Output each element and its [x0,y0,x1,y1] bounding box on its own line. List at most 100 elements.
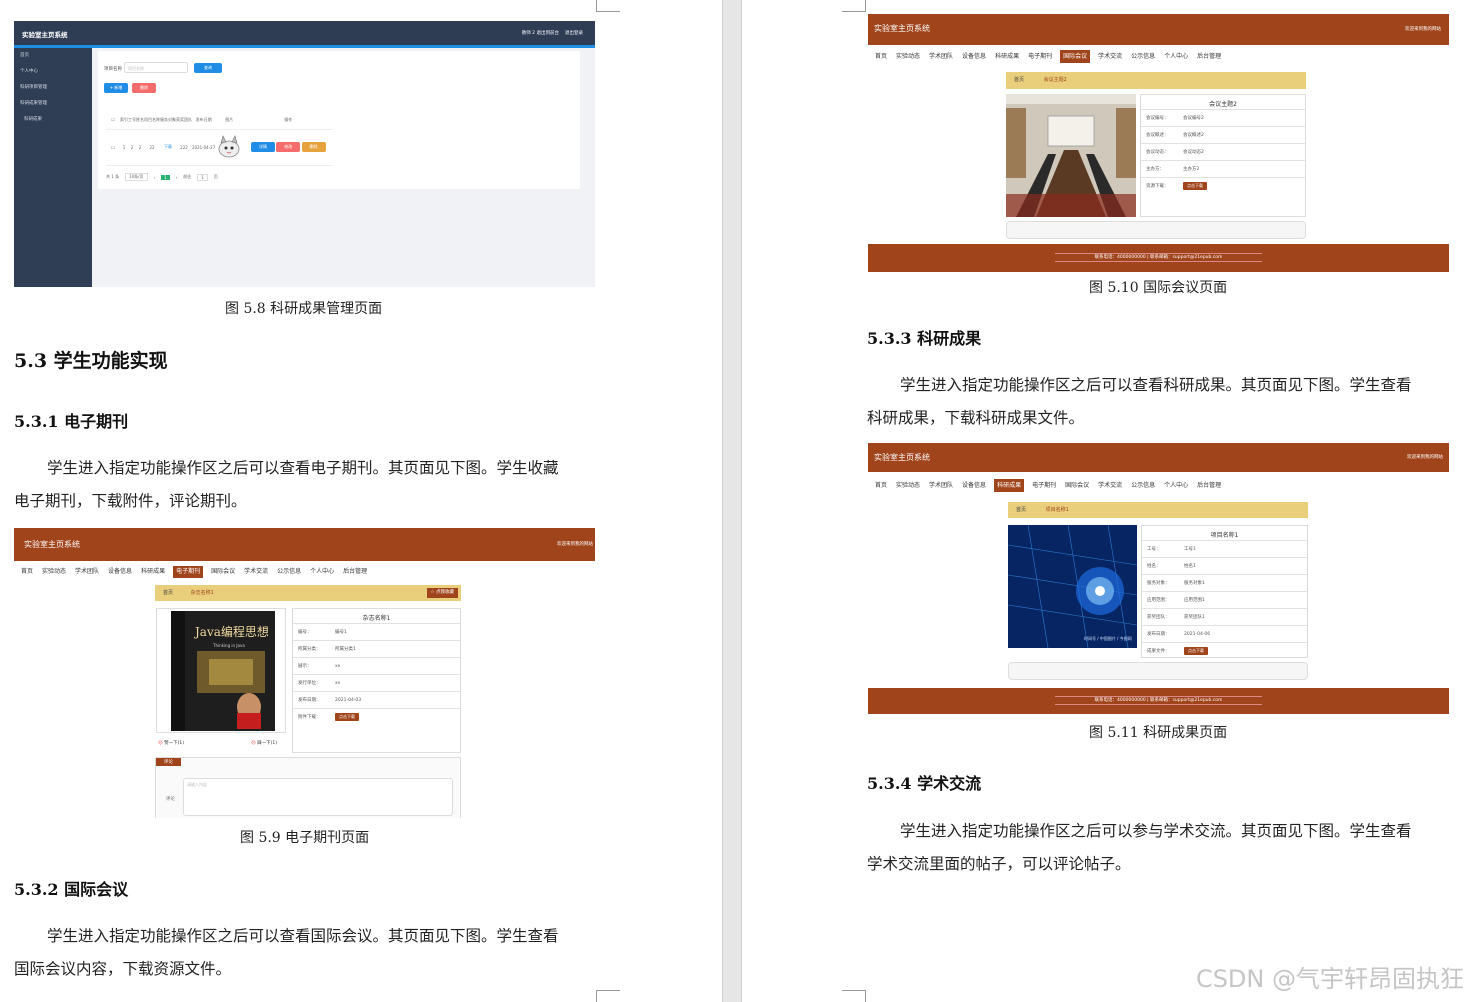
nav-item[interactable]: 科研成果 [994,479,1025,492]
cell: 2 [128,129,136,166]
info-row: 工号： 工号1 [1142,540,1307,557]
tab-comment[interactable]: 评论 [156,758,181,766]
nav-item[interactable]: 电子期刊 [1027,50,1053,63]
nav-item[interactable]: 实验动态 [895,479,921,492]
row-delete-button[interactable]: 删除 [301,142,326,152]
nav-item[interactable]: 国际会议 [210,566,236,578]
nav-item[interactable]: 公示信息 [276,566,302,578]
goto-input[interactable]: 1 [197,173,208,181]
download-button[interactable]: 点击下载 [1184,647,1208,655]
info-value: 服务对象1 [1184,581,1205,586]
like-button[interactable]: ☹ 赞一下(1) [158,740,184,746]
site-nav: 首页 实验动态 学术团队 设备信息 科研成果 电子期刊 国际会议 学术交流 公示信息 个人中心 后台… [14,566,595,578]
conference-room-icon [1006,94,1136,217]
search-button[interactable]: 查询 [194,63,222,73]
nav-item[interactable]: 学术团队 [74,566,100,578]
nav-item[interactable]: 设备信息 [961,50,987,63]
like-label: 赞一下(1) [164,741,185,746]
next-page-icon[interactable]: › [176,175,178,180]
nav-item[interactable]: 国际会议 [1064,479,1090,492]
delete-button[interactable]: 删除 [132,83,156,93]
sidebar-item-results[interactable]: 科研成果 [14,112,92,128]
nav-item[interactable]: 电子期刊 [173,566,204,578]
nav-item[interactable]: 个人中心 [1163,479,1189,492]
admin-front-link[interactable]: 退出到前台 [537,30,560,36]
cat-image-icon [218,134,240,157]
sidebar-item-results-mgmt[interactable]: 科研成果管理 [14,96,92,112]
breadcrumb-current: 杂志名称1 [190,590,214,596]
edit-button[interactable]: 修改 [276,142,301,152]
download-button[interactable]: 点击下载 [335,713,359,721]
nav-item[interactable]: 首页 [874,50,888,63]
nav-item[interactable]: 后台管理 [1196,50,1222,63]
nav-item[interactable]: 科研成果 [994,50,1020,63]
figure-5-9-caption: 图 5.9 电子期刊页面 [240,830,370,846]
goto-label: 前往 [183,174,192,179]
breadcrumb-home[interactable]: 首页 [1016,507,1026,513]
nav-item[interactable]: 后台管理 [342,566,368,578]
info-label: 编号： [298,630,312,635]
pagination: 共 1 条 10条/页 ‹ 1 › 前往 1 页 [106,173,218,181]
info-value: 2021-04-03 [335,697,362,703]
current-page[interactable]: 1 [161,174,170,180]
nav-item[interactable]: 个人中心 [309,566,335,578]
info-label: 会议概述： [1146,133,1169,138]
info-label: 应用范围： [1147,598,1170,603]
info-label: 会议编号： [1146,116,1169,121]
nav-item[interactable]: 学术团队 [928,479,954,492]
breadcrumb-bar: 首页 项目名称1 [1008,502,1308,518]
welcome-text: 欢迎来到我的网站 [557,542,593,547]
breadcrumb-home[interactable]: 首页 [163,590,173,596]
nav-item[interactable]: 公示信息 [1130,50,1156,63]
nav-item[interactable]: 电子期刊 [1031,479,1057,492]
info-title: 杂志名称1 [362,615,391,622]
favorite-button[interactable]: ☆ 点我收藏 [426,588,458,598]
nav-item[interactable]: 学术团队 [928,50,954,63]
search-input[interactable]: 项目名称 [124,62,188,73]
select-all-checkbox[interactable]: ☐ [106,111,120,130]
admin-logout-link[interactable]: 退出登录 [565,30,583,36]
info-value: 应用范围1 [1184,598,1205,603]
prev-page-icon[interactable]: ‹ [154,175,156,180]
crop-mark [842,0,866,12]
nav-item[interactable]: 学术交流 [243,566,269,578]
nav-item[interactable]: 设备信息 [107,566,133,578]
col-header: 服务对象 [160,111,176,130]
welcome-text: 欢迎来到我的网站 [1407,455,1443,460]
info-value: 所属分类1 [335,647,356,652]
breadcrumb-home[interactable]: 首页 [1014,77,1024,83]
info-title: 项目名称1 [1210,532,1239,539]
nav-item[interactable]: 后台管理 [1196,479,1222,492]
sidebar-item-projects[interactable]: 科研项目管理 [14,80,92,96]
download-link[interactable]: 下载 [160,129,176,166]
info-row: 应用范围： 应用范围1 [1142,591,1307,608]
nav-item[interactable]: 实验动态 [41,566,67,578]
nav-item[interactable]: 首页 [20,566,34,578]
row-checkbox[interactable]: ☐ [106,129,120,166]
nav-item[interactable]: 国际会议 [1060,50,1091,63]
nav-item[interactable]: 实验动态 [895,50,921,63]
section-5-3-2-paragraph: 学生进入指定功能操作区之后可以查看国际会议。其页面见下图。学生查看 国际会议内容… [14,920,599,986]
comment-textarea[interactable]: 请输入内容 [183,778,453,816]
admin-topbar: 实验室主页系统 教师 2 退出到前台 退出登录 [14,21,595,45]
nav-item[interactable]: 设备信息 [961,479,987,492]
download-button[interactable]: 点击下载 [1183,182,1207,190]
info-label: 获奖团队： [1147,615,1170,620]
nav-item[interactable]: 公示信息 [1130,479,1156,492]
dislike-button[interactable]: ☹ 踩一下(1) [251,740,277,746]
cell: 22 [144,129,160,166]
add-button[interactable]: + 新增 [104,83,128,93]
nav-item[interactable]: 学术交流 [1097,479,1123,492]
detail-button[interactable]: 详情 [250,142,275,152]
info-label: 服务对象： [1147,581,1170,586]
nav-item[interactable]: 首页 [874,479,888,492]
page-size-select[interactable]: 10条/页 [125,173,148,181]
sidebar-item-profile[interactable]: 个人中心 [14,64,92,80]
nav-item[interactable]: 个人中心 [1163,50,1189,63]
info-row: 发布日期： 2021-04-03 [293,691,460,708]
nav-item[interactable]: 科研成果 [140,566,166,578]
admin-user[interactable]: 教师 2 [522,30,535,36]
sidebar-item-home[interactable]: 首页 [14,48,92,64]
nav-item[interactable]: 学术交流 [1097,50,1123,63]
info-row: 发布日期： 2021-04-06 [1142,625,1307,642]
